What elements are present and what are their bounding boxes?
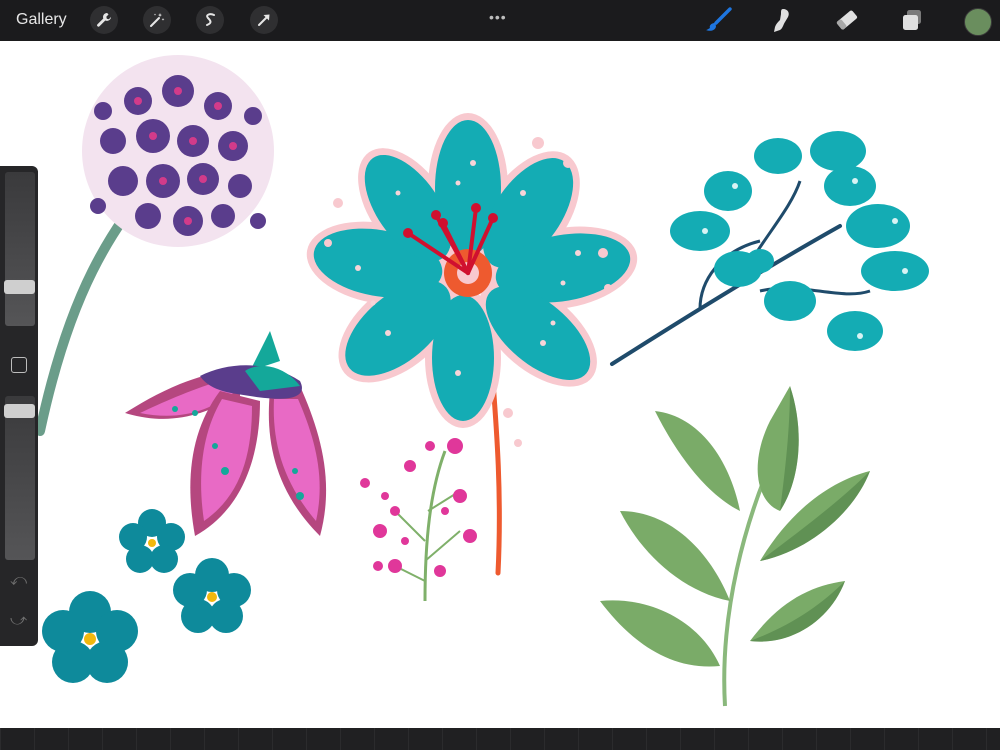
bottom-bar: [0, 728, 1000, 750]
layers-icon[interactable]: [898, 6, 926, 34]
drawing-canvas[interactable]: [0, 41, 1000, 728]
green-leaf-branch: [600, 386, 870, 707]
selection-s-icon[interactable]: [196, 6, 224, 34]
undo-icon[interactable]: ⤺: [10, 572, 27, 590]
smudge-icon[interactable]: [768, 6, 796, 34]
modify-square-icon[interactable]: [11, 357, 27, 373]
pink-bell-flower: [125, 331, 327, 536]
blue-flower-large: [42, 591, 138, 683]
brush-icon[interactable]: [704, 6, 732, 34]
redo-icon[interactable]: ⤻: [10, 612, 27, 630]
pink-berry-sprig: [360, 438, 477, 602]
wrench-icon[interactable]: [90, 6, 118, 34]
more-options-button[interactable]: •••: [489, 9, 507, 25]
transform-arrow-icon[interactable]: [250, 6, 278, 34]
magic-wand-icon[interactable]: [143, 6, 171, 34]
gallery-button[interactable]: Gallery: [16, 11, 67, 29]
brush-size-slider[interactable]: [4, 172, 35, 326]
top-toolbar: Gallery •••: [0, 0, 1000, 41]
eraser-icon[interactable]: [833, 6, 861, 34]
artwork: [35, 55, 929, 707]
allium-flower: [82, 55, 274, 247]
blue-flower-small: [119, 509, 185, 573]
teal-daisy: [306, 113, 638, 576]
opacity-thumb[interactable]: [4, 404, 35, 418]
brush-size-thumb[interactable]: [4, 280, 35, 294]
blue-flower-medium: [173, 558, 251, 633]
color-picker-button[interactable]: [964, 8, 992, 36]
opacity-slider[interactable]: [4, 396, 35, 560]
brush-sidebar: ⤺ ⤻: [0, 166, 38, 646]
teal-leaf-branch: [610, 131, 929, 366]
